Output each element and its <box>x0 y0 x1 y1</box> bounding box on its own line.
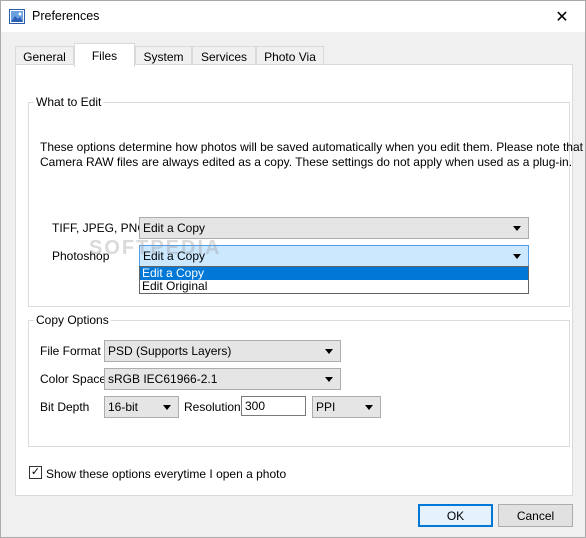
dropdown-arrow-icon <box>163 405 171 410</box>
resolution-unit-value: PPI <box>316 400 336 414</box>
preferences-window: Preferences ✕ General Files System Servi… <box>0 0 586 538</box>
title-bar[interactable]: Preferences ✕ <box>1 1 585 32</box>
tab-services[interactable]: Services <box>192 46 256 66</box>
close-icon: ✕ <box>555 8 569 26</box>
color-space-dropdown[interactable]: sRGB IEC61966-2.1 <box>104 368 341 390</box>
resolution-unit-dropdown[interactable]: PPI <box>312 396 381 418</box>
description-line-1: These options determine how photos will … <box>40 140 583 154</box>
bit-depth-value: 16-bit <box>108 400 139 414</box>
checkmark-icon: ✓ <box>30 466 41 478</box>
color-space-value: sRGB IEC61966-2.1 <box>108 372 218 386</box>
photoshop-label: Photoshop <box>52 249 110 263</box>
copy-options-title: Copy Options <box>34 313 111 327</box>
dropdown-option-edit-original[interactable]: Edit Original <box>140 280 528 293</box>
description-line-2: Camera RAW files are always edited as a … <box>40 155 573 169</box>
file-format-dropdown[interactable]: PSD (Supports Layers) <box>104 340 341 362</box>
window-title: Preferences <box>32 9 100 23</box>
tab-general[interactable]: General <box>15 46 74 66</box>
tiff-label: TIFF, JPEG, PNG <box>52 221 147 235</box>
show-options-checkbox[interactable]: ✓ <box>29 466 42 479</box>
what-to-edit-description: These options determine how photos will … <box>40 140 583 170</box>
bit-depth-label: Bit Depth <box>40 400 90 414</box>
tiff-dropdown[interactable]: Edit a Copy <box>139 217 529 239</box>
tab-system[interactable]: System <box>135 46 192 66</box>
tiff-dropdown-value: Edit a Copy <box>143 221 206 235</box>
dropdown-arrow-icon <box>325 377 333 382</box>
dropdown-arrow-icon <box>365 405 373 410</box>
tab-files[interactable]: Files <box>74 43 135 67</box>
dropdown-arrow-icon <box>325 349 333 354</box>
dropdown-arrow-icon <box>513 226 521 231</box>
color-space-label: Color Space <box>40 372 107 386</box>
resolution-input[interactable]: 300 <box>241 396 306 416</box>
file-format-value: PSD (Supports Layers) <box>108 344 232 358</box>
app-icon <box>9 9 25 24</box>
dropdown-arrow-icon <box>513 254 521 259</box>
close-button[interactable]: ✕ <box>539 1 585 32</box>
photoshop-dropdown-list: Edit a Copy Edit Original <box>139 266 529 294</box>
photoshop-dropdown[interactable]: Edit a Copy <box>139 245 529 267</box>
show-options-label[interactable]: Show these options everytime I open a ph… <box>46 467 286 481</box>
bit-depth-dropdown[interactable]: 16-bit <box>104 396 179 418</box>
ok-button[interactable]: OK <box>418 504 493 527</box>
photoshop-dropdown-value: Edit a Copy <box>143 249 206 263</box>
file-format-label: File Format <box>40 344 101 358</box>
resolution-label: Resolution <box>184 400 241 414</box>
what-to-edit-title: What to Edit <box>34 95 104 109</box>
tab-photo-via[interactable]: Photo Via <box>256 46 324 66</box>
cancel-button[interactable]: Cancel <box>498 504 573 527</box>
